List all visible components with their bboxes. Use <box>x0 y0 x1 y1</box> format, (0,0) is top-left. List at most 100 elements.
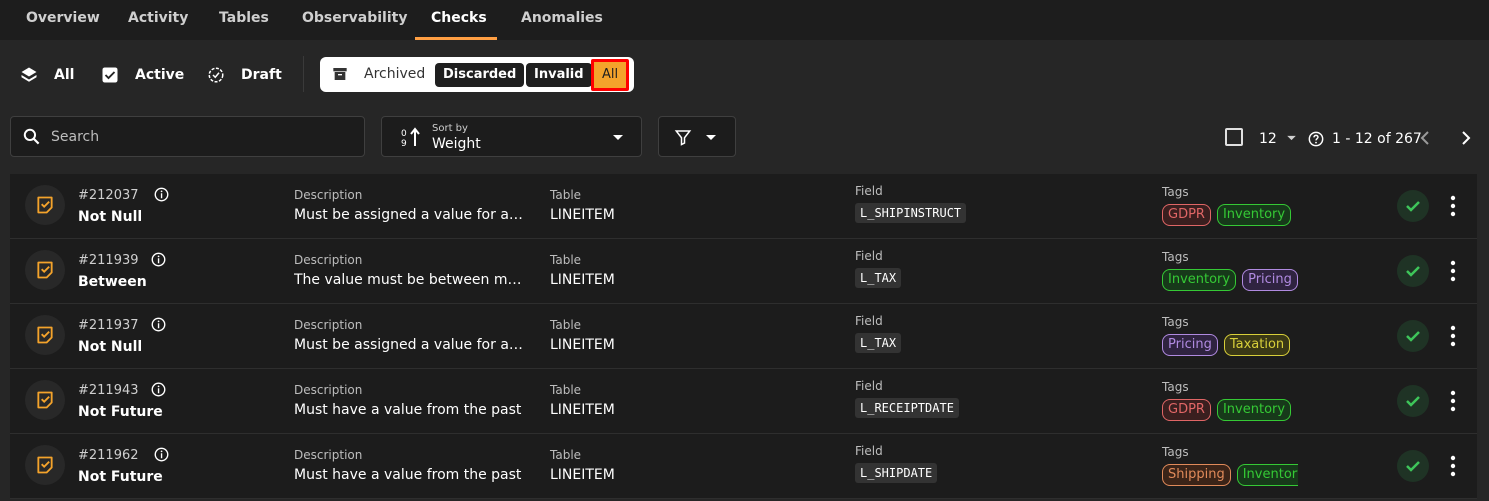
checkmark-icon <box>1406 331 1420 342</box>
tag-badge[interactable]: Taxation <box>1223 334 1291 356</box>
check-note-icon <box>37 391 53 409</box>
description-label: Description <box>294 318 363 332</box>
check-field[interactable]: L_TAX <box>855 333 902 353</box>
check-row[interactable]: #211943 Not Future Description Must have… <box>10 369 1477 434</box>
field-label: Field <box>855 249 883 263</box>
description-label: Description <box>294 253 363 267</box>
check-id: #211962 <box>78 448 139 463</box>
check-description: The value must be between min and max <box>294 272 524 288</box>
table-label: Table <box>550 448 582 462</box>
info-icon[interactable] <box>151 317 166 332</box>
chevron-left-icon[interactable] <box>1420 131 1430 145</box>
search-input[interactable] <box>49 126 353 148</box>
tags-label: Tags <box>1162 315 1189 329</box>
check-row[interactable]: #211939 Between Description The value mu… <box>10 239 1477 304</box>
draft-check-icon <box>208 67 224 83</box>
status-active-badge <box>1397 320 1429 352</box>
tag-badge[interactable]: Pricing <box>1242 269 1298 291</box>
more-options-icon[interactable] <box>1446 455 1460 477</box>
info-icon[interactable] <box>154 447 169 462</box>
tab-activity[interactable]: Activity <box>128 10 188 26</box>
status-filter-draft-label: Draft <box>241 67 282 83</box>
tab-overview[interactable]: Overview <box>26 10 100 26</box>
description-label: Description <box>294 188 363 202</box>
chevron-down-icon <box>613 135 623 140</box>
check-note-icon <box>37 456 53 474</box>
check-table[interactable]: LINEITEM <box>550 207 615 223</box>
archived-option-invalid[interactable]: Invalid <box>526 63 592 87</box>
more-options-icon[interactable] <box>1446 325 1460 347</box>
status-filter-all[interactable]: All <box>20 63 74 87</box>
check-field[interactable]: L_SHIPDATE <box>855 463 938 483</box>
sort-select[interactable]: 0 9 Sort by Weight <box>381 116 642 157</box>
check-type: Not Future <box>78 404 163 420</box>
tag-badge[interactable]: Inventory <box>1236 464 1298 486</box>
status-filter-active[interactable]: Active <box>101 63 184 87</box>
tag-list: GDPR Inventory <box>1162 398 1298 422</box>
tag-badge[interactable]: Inventory <box>1216 204 1292 226</box>
status-filter-draft[interactable]: Draft <box>207 63 282 87</box>
check-id: #211937 <box>78 318 139 333</box>
archived-option-discarded[interactable]: Discarded <box>435 63 525 87</box>
svg-text:0: 0 <box>401 129 407 139</box>
sort-numeric-icon: 0 9 <box>401 127 420 147</box>
check-table[interactable]: LINEITEM <box>550 467 615 483</box>
field-label: Field <box>855 184 883 198</box>
sort-caption: Sort by <box>432 123 468 134</box>
description-label: Description <box>294 448 363 462</box>
check-note-icon <box>37 196 53 214</box>
check-table[interactable]: LINEITEM <box>550 402 615 418</box>
check-description: Must be assigned a value for at least <box>294 207 524 223</box>
tag-badge[interactable]: GDPR <box>1162 204 1211 226</box>
check-type: Not Future <box>78 469 163 485</box>
tab-observability[interactable]: Observability <box>302 10 407 26</box>
info-icon[interactable] <box>154 187 169 202</box>
tag-badge[interactable]: Pricing <box>1162 334 1218 356</box>
check-type-badge <box>25 380 65 420</box>
filter-button[interactable] <box>658 116 736 157</box>
tags-label: Tags <box>1162 250 1189 264</box>
archived-label[interactable]: Archived <box>364 66 425 82</box>
check-note-icon <box>37 326 53 344</box>
tag-badge[interactable]: Inventory <box>1216 399 1292 421</box>
chevron-right-icon[interactable] <box>1461 131 1471 145</box>
info-icon[interactable] <box>151 252 166 267</box>
check-row[interactable]: #212037 Not Null Description Must be ass… <box>10 174 1477 239</box>
more-options-icon[interactable] <box>1446 260 1460 282</box>
check-row[interactable]: #211937 Not Null Description Must be ass… <box>10 304 1477 369</box>
more-options-icon[interactable] <box>1446 195 1460 217</box>
check-id: #211943 <box>78 383 139 398</box>
tab-tables[interactable]: Tables <box>219 10 269 26</box>
tab-anomalies[interactable]: Anomalies <box>521 10 603 26</box>
check-type-badge <box>25 445 65 485</box>
tag-badge[interactable]: GDPR <box>1162 399 1211 421</box>
tag-list: Inventory Pricing <box>1162 268 1298 292</box>
check-table[interactable]: LINEITEM <box>550 337 615 353</box>
check-type-badge <box>25 250 65 290</box>
filter-dropdown-icon <box>706 135 716 140</box>
page-size-value[interactable]: 12 <box>1259 131 1277 147</box>
active-tab-indicator <box>415 37 497 40</box>
status-active-badge <box>1397 385 1429 417</box>
check-table[interactable]: LINEITEM <box>550 272 615 288</box>
page-size-chevron-icon[interactable] <box>1286 135 1297 141</box>
tag-badge[interactable]: Inventory <box>1162 269 1237 291</box>
info-icon[interactable] <box>151 382 166 397</box>
check-field[interactable]: L_SHIPINSTRUCT <box>855 203 967 223</box>
more-options-icon[interactable] <box>1446 390 1460 412</box>
check-row[interactable]: #211962 Not Future Description Must have… <box>10 434 1477 499</box>
check-id: #211939 <box>78 253 139 268</box>
select-all-checkbox[interactable] <box>1225 128 1243 146</box>
check-field[interactable]: L_RECEIPTDATE <box>855 398 959 418</box>
help-icon[interactable] <box>1308 131 1324 147</box>
field-label: Field <box>855 444 883 458</box>
tags-label: Tags <box>1162 185 1189 199</box>
archive-icon <box>333 68 347 80</box>
tag-badge[interactable]: Shipping <box>1162 464 1231 486</box>
check-field[interactable]: L_TAX <box>855 268 902 288</box>
check-note-icon <box>37 261 53 279</box>
status-filter-all-label: All <box>54 67 75 83</box>
archived-option-all[interactable]: All <box>591 59 630 91</box>
tab-checks[interactable]: Checks <box>431 10 487 26</box>
table-label: Table <box>550 188 582 202</box>
